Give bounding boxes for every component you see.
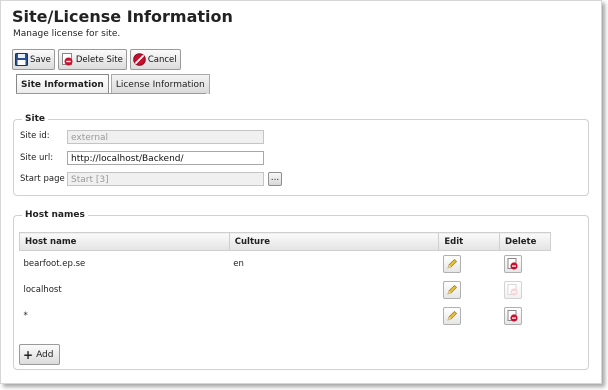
cancel-button-label: Cancel <box>147 54 177 65</box>
site-legend: Site <box>22 114 48 124</box>
add-host-button-label: Add <box>36 349 54 360</box>
column-header-delete: Delete <box>499 232 551 251</box>
host-name-cell: bearfoot.ep.se <box>23 259 86 269</box>
delete-icon <box>61 53 74 66</box>
site-fieldset: Site Site id: external Site url: http://… <box>13 114 589 196</box>
delete-row-button[interactable] <box>503 281 522 299</box>
pencil-icon <box>447 285 457 295</box>
pencil-icon <box>447 259 457 269</box>
delete-icon <box>507 310 518 322</box>
delete-row-button[interactable] <box>503 255 522 273</box>
start-page-label: Start page <box>20 174 65 184</box>
column-header-culture[interactable]: Culture <box>228 232 440 251</box>
add-host-button[interactable]: + Add <box>19 344 60 365</box>
tab-bar: Site Information License Information <box>16 74 210 94</box>
column-header-edit: Edit <box>438 232 501 251</box>
edit-button[interactable] <box>442 307 461 325</box>
delete-icon <box>507 258 518 270</box>
tab-site-information[interactable]: Site Information <box>16 74 109 94</box>
delete-site-button[interactable]: Delete Site <box>57 49 127 70</box>
delete-icon <box>507 284 518 296</box>
cancel-button[interactable]: Cancel <box>129 49 181 70</box>
floppy-disk-icon <box>15 53 28 66</box>
save-button-label: Save <box>30 54 51 65</box>
tab-divider <box>16 93 206 94</box>
host-names-fieldset: Host names Host name Culture Edit Delete… <box>13 210 589 370</box>
delete-row-button[interactable] <box>503 307 522 325</box>
site-url-label: Site url: <box>20 153 54 163</box>
toolbar: Save Delete Site Cancel <box>12 49 181 70</box>
site-id-label: Site id: <box>20 131 50 141</box>
culture-cell <box>229 303 439 329</box>
host-name-cell: localhost <box>23 285 62 295</box>
table-row: localhost <box>20 277 551 303</box>
tab-license-information[interactable]: License Information <box>110 74 210 94</box>
edit-button[interactable] <box>442 255 461 273</box>
start-page-field[interactable]: Start [3] <box>67 172 264 186</box>
app-window: Site/License Information Manage license … <box>0 0 602 384</box>
browse-button[interactable]: ... <box>268 172 282 186</box>
table-row: bearfoot.ep.se en <box>20 251 551 278</box>
save-button[interactable]: Save <box>12 49 55 70</box>
edit-button[interactable] <box>442 281 461 299</box>
delete-site-button-label: Delete Site <box>75 54 123 65</box>
page-title: Site/License Information <box>12 7 233 26</box>
plus-icon: + <box>23 347 34 362</box>
table-row: * <box>20 303 551 329</box>
cancel-icon <box>133 53 146 66</box>
culture-cell <box>229 277 439 303</box>
page-subtitle: Manage license for site. <box>13 29 121 39</box>
host-name-cell: * <box>23 311 28 321</box>
site-id-field[interactable]: external <box>67 130 264 144</box>
site-url-field[interactable]: http://localhost/Backend/ <box>67 151 264 165</box>
pencil-icon <box>447 311 457 321</box>
host-names-legend: Host names <box>22 210 88 220</box>
column-header-host-name[interactable]: Host name <box>19 232 230 251</box>
culture-cell: en <box>233 259 244 269</box>
host-names-table: Host name Culture Edit Delete bearfoot.e… <box>19 232 551 329</box>
